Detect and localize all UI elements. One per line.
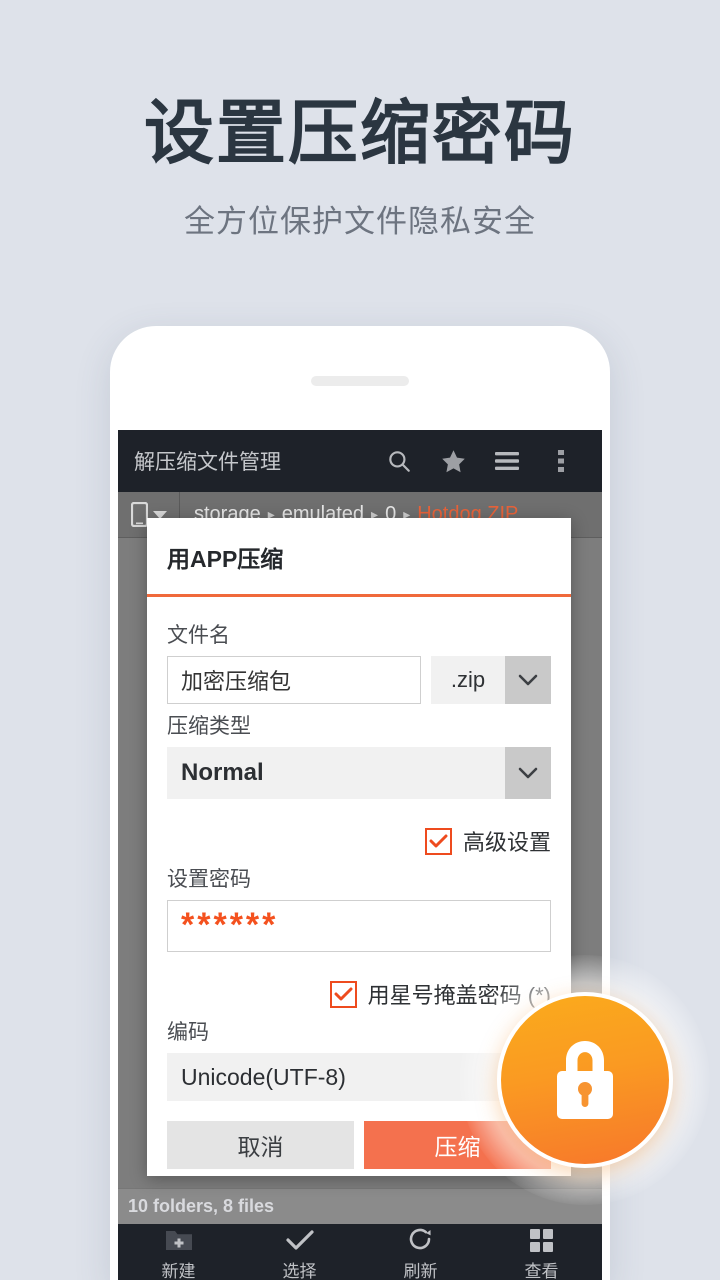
encoding-label: 编码	[167, 1021, 209, 1044]
dialog-title: 用APP压缩	[147, 518, 571, 597]
bottom-nav-label: 刷新	[403, 1262, 438, 1280]
mask-password-checkbox-row[interactable]: 用星号掩盖密码 (*)	[167, 978, 551, 1010]
advanced-settings-checkbox[interactable]	[424, 827, 452, 855]
encoding-select[interactable]: Unicode(UTF-8)	[167, 1053, 551, 1101]
status-bar: 10 folders, 8 files	[118, 1188, 602, 1224]
filename-label: 文件名	[167, 624, 230, 647]
password-input[interactable]: ******	[167, 900, 551, 952]
dialog-body: 文件名 加密压缩包 .zip 压缩类型 Normal 高级设置 设置密码 ***…	[147, 597, 571, 1101]
cancel-button[interactable]: 取消	[167, 1121, 354, 1169]
mask-password-checkbox[interactable]	[329, 980, 357, 1008]
password-label: 设置密码	[167, 868, 251, 891]
page-subtitle: 全方位保护文件隐私安全	[184, 203, 536, 239]
extension-value: .zip	[450, 667, 486, 692]
bottom-nav-item-new[interactable]: 新建	[118, 1224, 239, 1280]
mask-password-label: 用星号掩盖密码 (*)	[367, 983, 551, 1008]
check-icon	[429, 834, 448, 848]
app-bar: 解压缩文件管理	[118, 430, 602, 492]
page-title: 设置压缩密码	[144, 94, 576, 172]
password-value: ******	[181, 906, 279, 945]
lock-badge	[497, 992, 673, 1168]
overflow-menu-icon[interactable]	[534, 434, 588, 488]
phone-speaker	[311, 376, 409, 386]
bottom-nav-item-select[interactable]: 选择	[239, 1224, 360, 1280]
check-icon	[285, 1230, 314, 1250]
bottom-nav: 新建 选择 刷新 查看	[118, 1224, 602, 1280]
advanced-settings-checkbox-row[interactable]: 高级设置	[167, 825, 551, 857]
filename-input[interactable]: 加密压缩包	[167, 656, 421, 704]
phone-icon	[130, 502, 148, 527]
compression-type-select[interactable]: Normal	[167, 747, 551, 799]
compression-type-label: 压缩类型	[167, 715, 251, 738]
extension-select[interactable]: .zip	[431, 656, 551, 704]
chevron-down-icon[interactable]	[505, 747, 551, 799]
hamburger-icon[interactable]	[480, 434, 534, 488]
search-icon[interactable]	[372, 434, 426, 488]
new-folder-icon	[165, 1231, 192, 1250]
app-bar-actions	[372, 434, 588, 488]
filename-row: 加密压缩包 .zip	[167, 656, 551, 704]
grid-view-icon	[530, 1229, 553, 1252]
bottom-nav-label: 查看	[524, 1262, 559, 1280]
refresh-icon	[409, 1228, 431, 1250]
chevron-down-icon[interactable]	[505, 656, 551, 704]
lock-icon	[557, 1041, 613, 1119]
check-icon	[334, 987, 353, 1001]
star-icon[interactable]	[426, 434, 480, 488]
advanced-settings-label: 高级设置	[462, 830, 551, 855]
bottom-nav-item-view[interactable]: 查看	[481, 1224, 602, 1280]
promo-block: 设置压缩密码 全方位保护文件隐私安全	[0, 0, 720, 241]
app-title: 解压缩文件管理	[134, 451, 281, 474]
compression-type-value: Normal	[181, 759, 264, 786]
bottom-nav-item-refresh[interactable]: 刷新	[360, 1224, 481, 1280]
bottom-nav-label: 选择	[282, 1262, 317, 1280]
bottom-nav-label: 新建	[161, 1262, 196, 1280]
